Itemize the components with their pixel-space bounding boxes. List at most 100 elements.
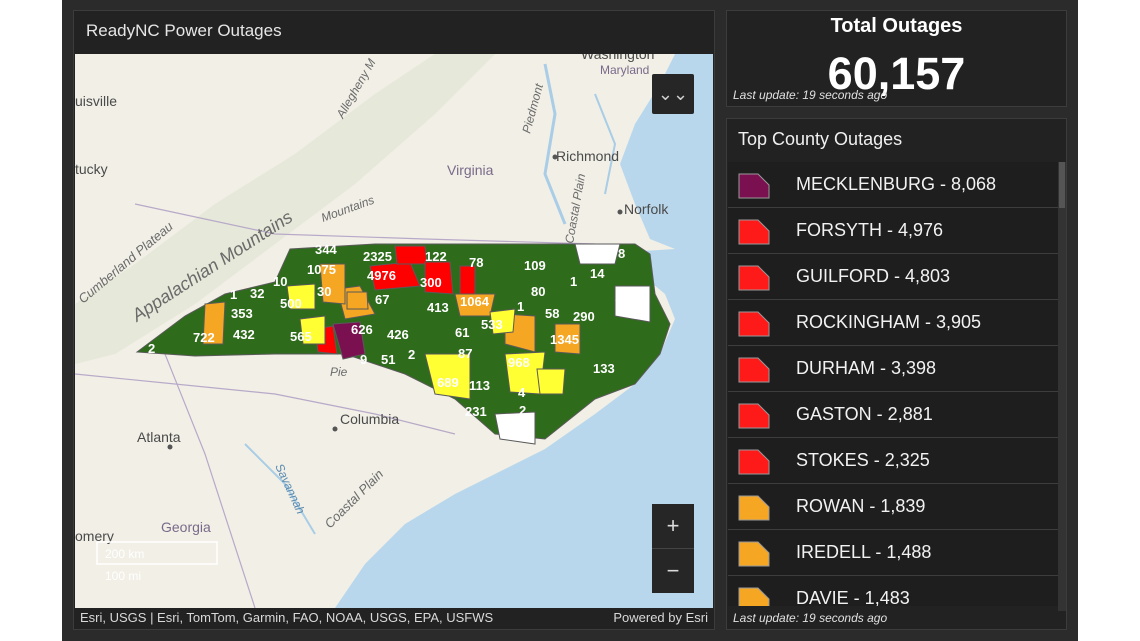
attribution-text: Esri, USGS | Esri, TomTom, Garmin, FAO, … — [80, 610, 494, 625]
county-count: 30 — [317, 284, 331, 299]
map-panel: ReadyNC Power Outages 344 2325 122 1075 … — [73, 10, 715, 630]
county-count: 2325 — [363, 249, 392, 264]
county-count: 968 — [508, 355, 530, 370]
county-count: 1 — [517, 299, 524, 314]
county-count: 87 — [615, 291, 629, 306]
county-row-label: GUILFORD - 4,803 — [796, 266, 951, 286]
county-row-label: ROCKINGHAM - 3,905 — [796, 312, 982, 332]
list-last-update-text: Last update: 19 seconds ago — [733, 611, 888, 625]
county-count: 122 — [425, 249, 447, 264]
county-count: 231 — [465, 404, 487, 419]
top-county-outages-panel: Top County Outages MECKLENBURG - 8,068 F… — [726, 118, 1067, 630]
county-list[interactable]: MECKLENBURG - 8,068 FORSYTH - 4,976 GUIL… — [728, 162, 1058, 606]
county-count: 533 — [481, 317, 503, 332]
scale-label: 200 km — [105, 547, 144, 561]
powered-by-esri-link[interactable]: Powered by Esri — [613, 610, 708, 625]
county-count: 80 — [531, 284, 545, 299]
county-row[interactable]: GUILFORD - 4,803 — [728, 254, 1058, 300]
county-row[interactable]: ROWAN - 1,839 — [728, 484, 1058, 530]
county-count: 1 — [230, 287, 237, 302]
county-row[interactable]: STOKES - 2,325 — [728, 438, 1058, 484]
county-count: 133 — [593, 361, 615, 376]
county-davie — [346, 291, 369, 310]
county-count: 58 — [545, 306, 559, 321]
place-label: Maryland — [600, 63, 649, 77]
county-count: 67 — [375, 292, 389, 307]
zoom-in-button[interactable]: + — [652, 504, 694, 549]
map-canvas[interactable]: 344 2325 122 1075 4976 300 78 109 1 8 10… — [75, 54, 713, 608]
county-count: 1 — [592, 245, 599, 260]
county-row-label: IREDELL - 1,488 — [796, 542, 932, 562]
county-count: 565 — [290, 329, 312, 344]
county-row-label: FORSYTH - 4,976 — [796, 220, 944, 240]
last-update-text: Last update: 19 seconds ago — [733, 88, 888, 102]
county-count: 2 — [519, 403, 526, 418]
county-count: 61 — [455, 325, 469, 340]
collapse-legend-button[interactable]: ⌄⌄ — [652, 74, 694, 114]
county-count: 51 — [381, 352, 395, 367]
map-title: ReadyNC Power Outages — [86, 21, 282, 40]
county-row[interactable]: ROCKINGHAM - 3,905 — [728, 300, 1058, 346]
city-dot — [167, 444, 173, 450]
county-row[interactable]: GASTON - 2,881 — [728, 392, 1058, 438]
county-row-label: GASTON - 2,881 — [796, 404, 933, 424]
county-count: 1075 — [307, 262, 336, 277]
county-count: 413 — [427, 300, 449, 315]
county-count: 722 — [193, 330, 215, 345]
place-label: Richmond — [556, 148, 619, 164]
outage-map[interactable]: 344 2325 122 1075 4976 300 78 109 1 8 10… — [75, 54, 713, 608]
county-row[interactable]: FORSYTH - 4,976 — [728, 208, 1058, 254]
place-label: tucky — [75, 161, 108, 177]
list-scrollbar[interactable] — [1058, 162, 1066, 611]
county-row-label: DURHAM - 3,398 — [796, 358, 937, 378]
county-count: 9 — [360, 352, 367, 367]
place-label: Norfolk — [624, 201, 669, 217]
county-row[interactable]: IREDELL - 1,488 — [728, 530, 1058, 576]
city-dot — [332, 426, 338, 432]
county-count: 14 — [590, 266, 605, 281]
total-outages-label: Total Outages — [830, 15, 963, 37]
county-count: 1 — [570, 274, 577, 289]
zoom-out-button[interactable]: − — [652, 549, 694, 593]
place-label: Virginia — [447, 162, 494, 178]
county-row-label: STOKES - 2,325 — [796, 450, 930, 470]
county-row[interactable]: MECKLENBURG - 8,068 — [728, 162, 1058, 208]
place-label: Washington — [581, 54, 654, 62]
place-label: uisville — [75, 93, 117, 109]
county-count: 78 — [469, 255, 483, 270]
county-count: 4 — [518, 385, 526, 400]
city-dot — [617, 209, 623, 215]
city-dot — [552, 154, 558, 160]
county-count: 300 — [420, 275, 442, 290]
county-swatch — [738, 449, 770, 475]
scrollbar-thumb[interactable] — [1059, 162, 1065, 208]
chevron-double-down-icon: ⌄⌄ — [657, 84, 689, 104]
county-count: 10 — [273, 274, 287, 289]
county-row-label: ROWAN - 1,839 — [796, 496, 926, 516]
scale-label: 100 mi — [105, 569, 141, 583]
place-label: Georgia — [161, 519, 211, 535]
total-outages-panel: Total Outages 60,157 Last update: 19 sec… — [726, 10, 1067, 107]
county-row[interactable]: DAVIE - 1,483 — [728, 576, 1058, 606]
county-count: 1345 — [550, 332, 579, 347]
county-count: 87 — [458, 346, 472, 361]
county-row[interactable]: DURHAM - 3,398 — [728, 346, 1058, 392]
map-attribution: Esri, USGS | Esri, TomTom, Garmin, FAO, … — [80, 610, 708, 625]
county-count: 353 — [231, 306, 253, 321]
county-count: 113 — [469, 378, 490, 393]
county-row-label: DAVIE - 1,483 — [796, 588, 910, 606]
place-label: Columbia — [340, 411, 399, 427]
county-swatch — [738, 541, 770, 567]
county-swatch — [738, 173, 770, 199]
county-count: 109 — [524, 258, 546, 273]
county-swatch — [738, 265, 770, 291]
county-count: 4 — [641, 292, 649, 307]
county-swatch — [738, 219, 770, 245]
feature-label: Pie — [330, 365, 348, 379]
county-stokes — [394, 245, 428, 265]
county-count: 432 — [233, 327, 255, 342]
county-count: 4976 — [367, 268, 396, 283]
county-yellow-4 — [536, 368, 566, 395]
county-count: 8 — [618, 246, 625, 261]
county-swatch — [738, 495, 770, 521]
